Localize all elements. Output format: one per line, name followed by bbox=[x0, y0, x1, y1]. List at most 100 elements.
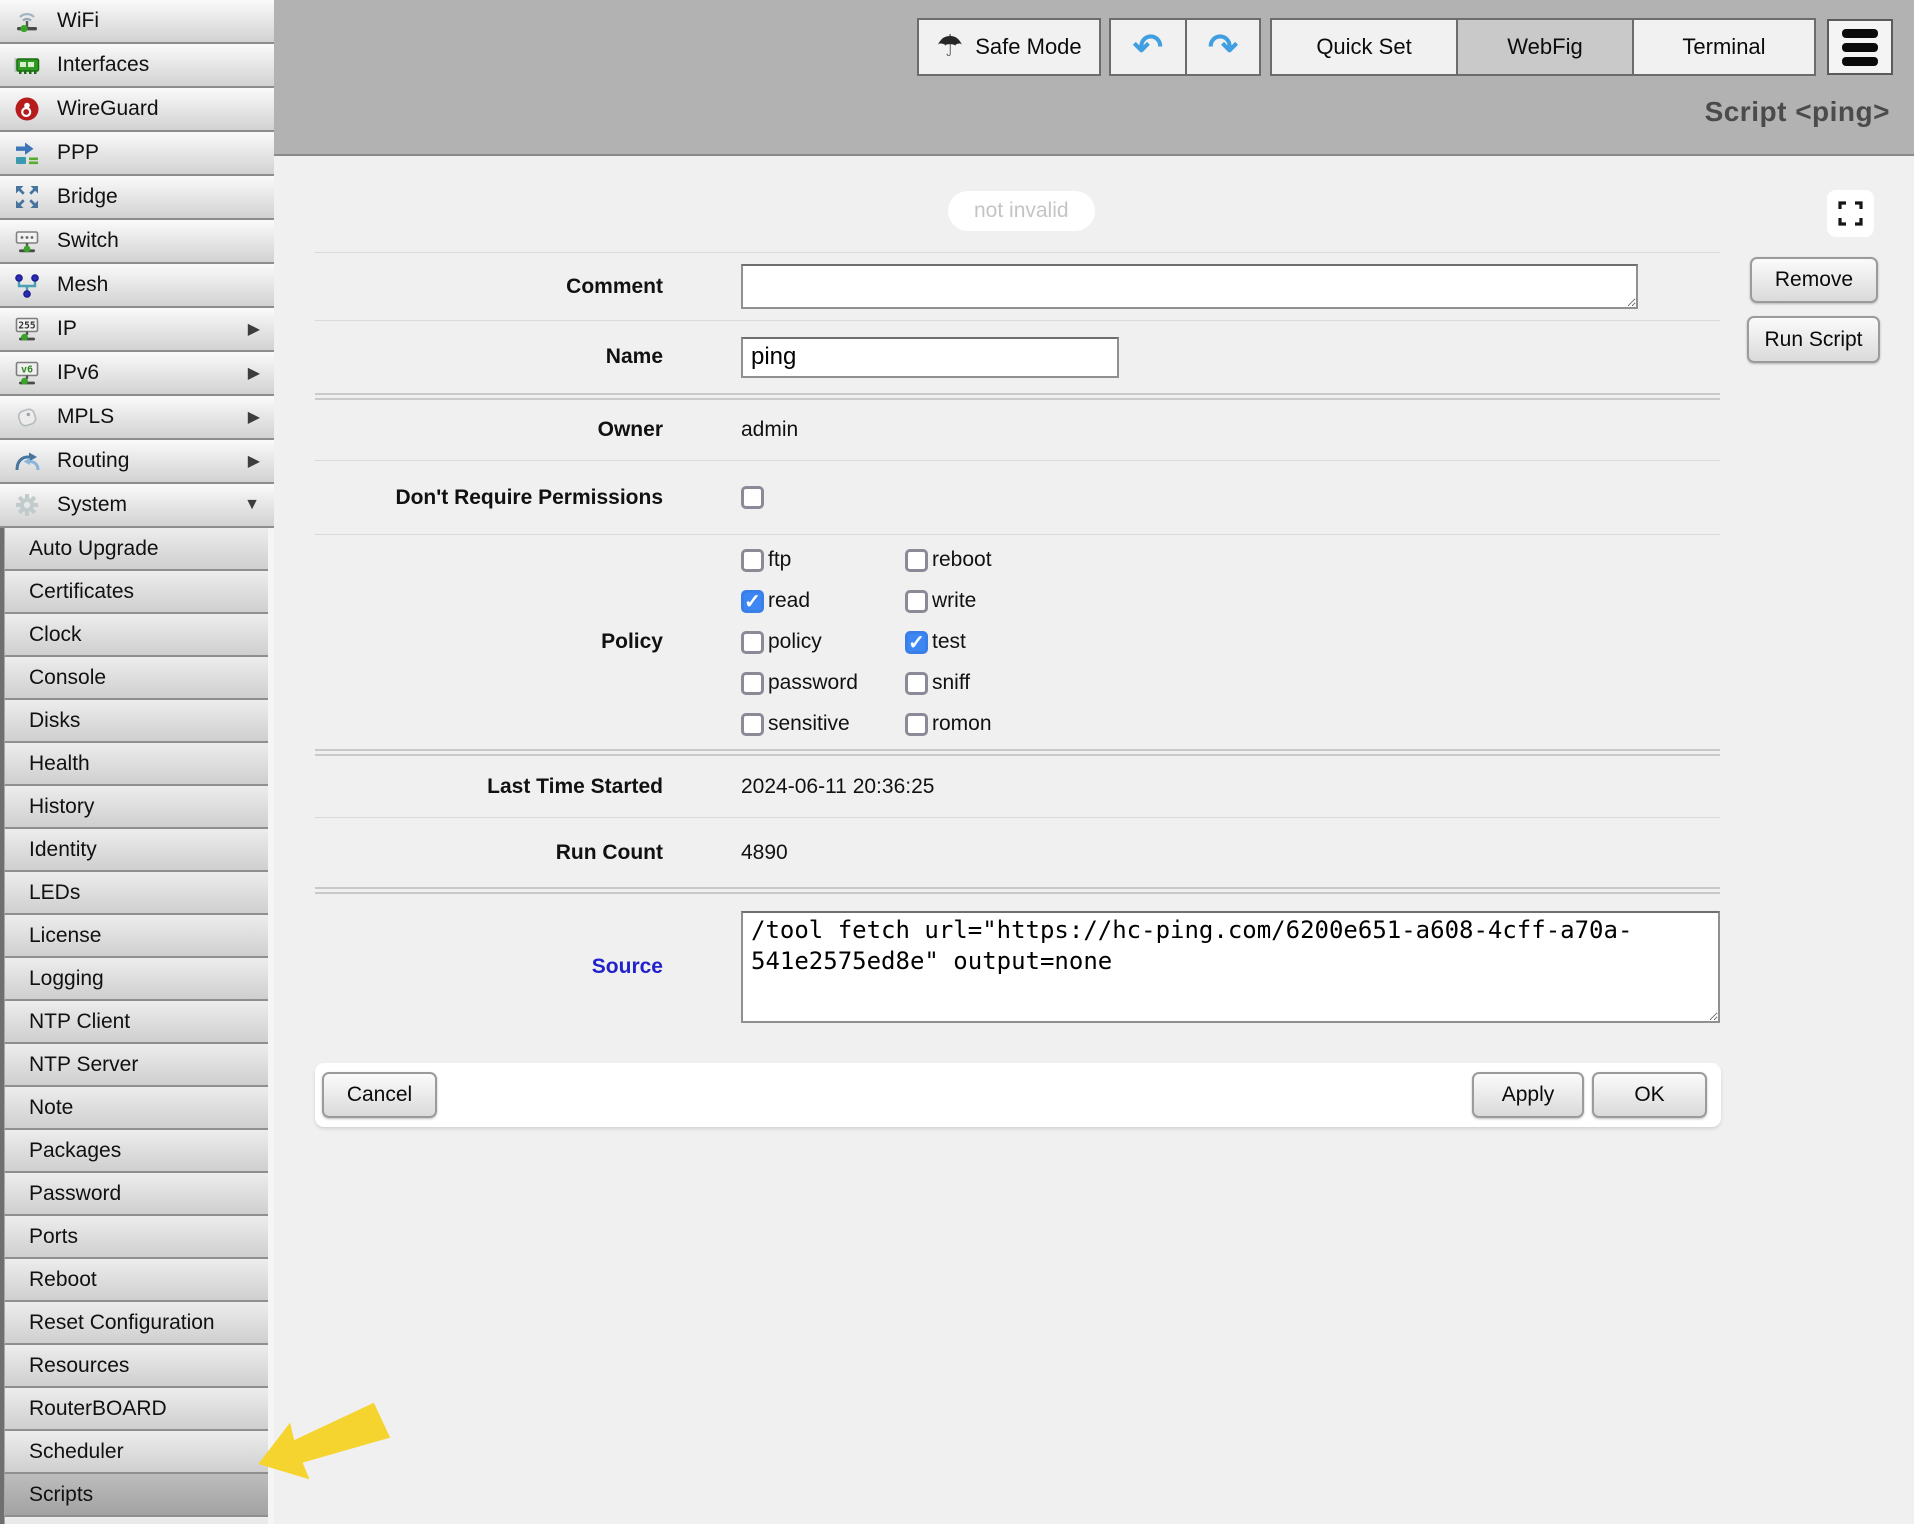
owner-value: admin bbox=[741, 418, 798, 442]
sidebar-item-certificates[interactable]: Certificates bbox=[4, 571, 268, 614]
sidebar-item-disks[interactable]: Disks bbox=[4, 700, 268, 743]
sidebar-item-interfaces[interactable]: Interfaces bbox=[0, 44, 274, 88]
tab-terminal[interactable]: Terminal bbox=[1632, 20, 1814, 74]
sidebar-item-switch[interactable]: Switch bbox=[0, 220, 274, 264]
svg-text:255: 255 bbox=[18, 321, 35, 332]
sidebar-item-reboot[interactable]: Reboot bbox=[4, 1259, 268, 1302]
sidebar-item-packages[interactable]: Packages bbox=[4, 1130, 268, 1173]
policy-checkbox-policy[interactable] bbox=[741, 631, 764, 654]
safe-mode-label: Safe Mode bbox=[975, 34, 1081, 60]
switch-icon bbox=[12, 226, 42, 256]
undo-redo-group: ↶ ↷ bbox=[1109, 18, 1261, 76]
last-time-started-label: Last Time Started bbox=[315, 775, 663, 799]
run-count-value: 4890 bbox=[741, 841, 788, 865]
sidebar-item-console[interactable]: Console bbox=[4, 657, 268, 700]
sidebar-item-label: Switch bbox=[57, 229, 119, 253]
fullscreen-icon bbox=[1837, 200, 1864, 227]
submenu-expand-arrow: ▶ bbox=[248, 363, 260, 383]
safe-mode-button[interactable]: ☂ Safe Mode bbox=[919, 20, 1099, 74]
policy-checkbox-password[interactable] bbox=[741, 672, 764, 695]
comment-input[interactable] bbox=[741, 264, 1638, 309]
source-code-input[interactable]: /tool fetch url="https://hc-ping.com/620… bbox=[741, 911, 1720, 1023]
run-count-row: Run Count 4890 bbox=[315, 817, 1720, 887]
name-row: Name bbox=[315, 320, 1720, 393]
sidebar-item-password[interactable]: Password bbox=[4, 1173, 268, 1216]
sidebar-item-note[interactable]: Note bbox=[4, 1087, 268, 1130]
sidebar-item-shutdown[interactable]: Shutdown bbox=[4, 1517, 268, 1524]
sidebar-item-system[interactable]: System ▼ bbox=[0, 484, 274, 528]
sidebar-item-logging[interactable]: Logging bbox=[4, 958, 268, 1001]
policy-checkbox-write[interactable] bbox=[905, 590, 928, 613]
fullscreen-button[interactable] bbox=[1827, 190, 1874, 237]
sidebar-item-wireguard[interactable]: WireGuard bbox=[0, 88, 274, 132]
bridge-icon bbox=[12, 182, 42, 212]
wireguard-icon bbox=[12, 94, 42, 124]
sidebar-item-reset-configuration[interactable]: Reset Configuration bbox=[4, 1302, 268, 1345]
undo-icon: ↶ bbox=[1133, 29, 1163, 65]
sidebar-item-auto-upgrade[interactable]: Auto Upgrade bbox=[4, 528, 268, 571]
submenu-expand-arrow: ▶ bbox=[248, 407, 260, 427]
submenu-collapse-arrow: ▼ bbox=[244, 496, 260, 514]
status-row bbox=[315, 157, 1720, 252]
sidebar-item-scripts[interactable]: Scripts bbox=[4, 1474, 268, 1517]
owner-label: Owner bbox=[315, 418, 663, 442]
sidebar-item-ip[interactable]: 255 IP ▶ bbox=[0, 308, 274, 352]
sidebar-item-wifi[interactable]: WiFi bbox=[0, 0, 274, 44]
name-input[interactable] bbox=[741, 337, 1119, 378]
sidebar-item-leds[interactable]: LEDs bbox=[4, 872, 268, 915]
dont-require-permissions-checkbox[interactable] bbox=[741, 486, 764, 509]
sidebar-item-scheduler[interactable]: Scheduler bbox=[4, 1431, 268, 1474]
view-tabs-group: Quick Set WebFig Terminal bbox=[1270, 18, 1816, 76]
policy-label: Policy bbox=[315, 630, 663, 654]
sidebar-item-health[interactable]: Health bbox=[4, 743, 268, 786]
section-divider bbox=[315, 749, 1720, 756]
last-time-started-row: Last Time Started 2024-06-11 20:36:25 bbox=[315, 756, 1720, 817]
policy-row: Policy ftp read policy password sensitiv… bbox=[315, 534, 1720, 749]
sidebar-item-resources[interactable]: Resources bbox=[4, 1345, 268, 1388]
ppp-icon bbox=[12, 138, 42, 168]
sidebar-item-ports[interactable]: Ports bbox=[4, 1216, 268, 1259]
sidebar-item-ipv6[interactable]: v6 IPv6 ▶ bbox=[0, 352, 274, 396]
policy-checkbox-test[interactable] bbox=[905, 631, 928, 654]
sidebar-item-label: Interfaces bbox=[57, 53, 149, 77]
sidebar-item-clock[interactable]: Clock bbox=[4, 614, 268, 657]
cancel-button[interactable]: Cancel bbox=[322, 1072, 437, 1118]
sidebar-item-routing[interactable]: Routing ▶ bbox=[0, 440, 274, 484]
sidebar-item-mpls[interactable]: MPLS ▶ bbox=[0, 396, 274, 440]
ok-button[interactable]: OK bbox=[1592, 1072, 1707, 1118]
run-script-button[interactable]: Run Script bbox=[1747, 316, 1880, 363]
sidebar-item-label: System bbox=[57, 493, 127, 517]
tab-quick-set[interactable]: Quick Set bbox=[1272, 20, 1456, 74]
sidebar-item-history[interactable]: History bbox=[4, 786, 268, 829]
policy-checkbox-sensitive[interactable] bbox=[741, 713, 764, 736]
sidebar-item-label: IP bbox=[57, 317, 77, 341]
policy-checkbox-read[interactable] bbox=[741, 590, 764, 613]
sidebar-item-routerboard[interactable]: RouterBOARD bbox=[4, 1388, 268, 1431]
sidebar-item-ntp-server[interactable]: NTP Server bbox=[4, 1044, 268, 1087]
source-row: Source /tool fetch url="https://hc-ping.… bbox=[315, 894, 1720, 1040]
name-label: Name bbox=[315, 345, 663, 369]
apply-button[interactable]: Apply bbox=[1472, 1072, 1584, 1118]
sidebar-item-license[interactable]: License bbox=[4, 915, 268, 958]
svg-text:v6: v6 bbox=[21, 365, 33, 376]
sidebar-item-bridge[interactable]: Bridge bbox=[0, 176, 274, 220]
policy-checkbox-romon[interactable] bbox=[905, 713, 928, 736]
sidebar-item-mesh[interactable]: Mesh bbox=[0, 264, 274, 308]
hamburger-menu-button[interactable] bbox=[1827, 19, 1893, 75]
policy-checkbox-ftp[interactable] bbox=[741, 549, 764, 572]
policy-checkbox-sniff[interactable] bbox=[905, 672, 928, 695]
wifi-icon bbox=[12, 6, 42, 36]
redo-button[interactable]: ↷ bbox=[1185, 20, 1259, 74]
redo-icon: ↷ bbox=[1208, 29, 1238, 65]
sidebar-item-ppp[interactable]: PPP bbox=[0, 132, 274, 176]
undo-button[interactable]: ↶ bbox=[1111, 20, 1185, 74]
ip-icon: 255 bbox=[12, 314, 42, 344]
sidebar-item-label: Mesh bbox=[57, 273, 108, 297]
tab-webfig[interactable]: WebFig bbox=[1456, 20, 1632, 74]
umbrella-icon: ☂ bbox=[936, 32, 963, 62]
policy-checkbox-reboot[interactable] bbox=[905, 549, 928, 572]
remove-button[interactable]: Remove bbox=[1750, 257, 1878, 303]
sidebar-item-ntp-client[interactable]: NTP Client bbox=[4, 1001, 268, 1044]
page-title: Script <ping> bbox=[1705, 96, 1890, 128]
sidebar-item-identity[interactable]: Identity bbox=[4, 829, 268, 872]
